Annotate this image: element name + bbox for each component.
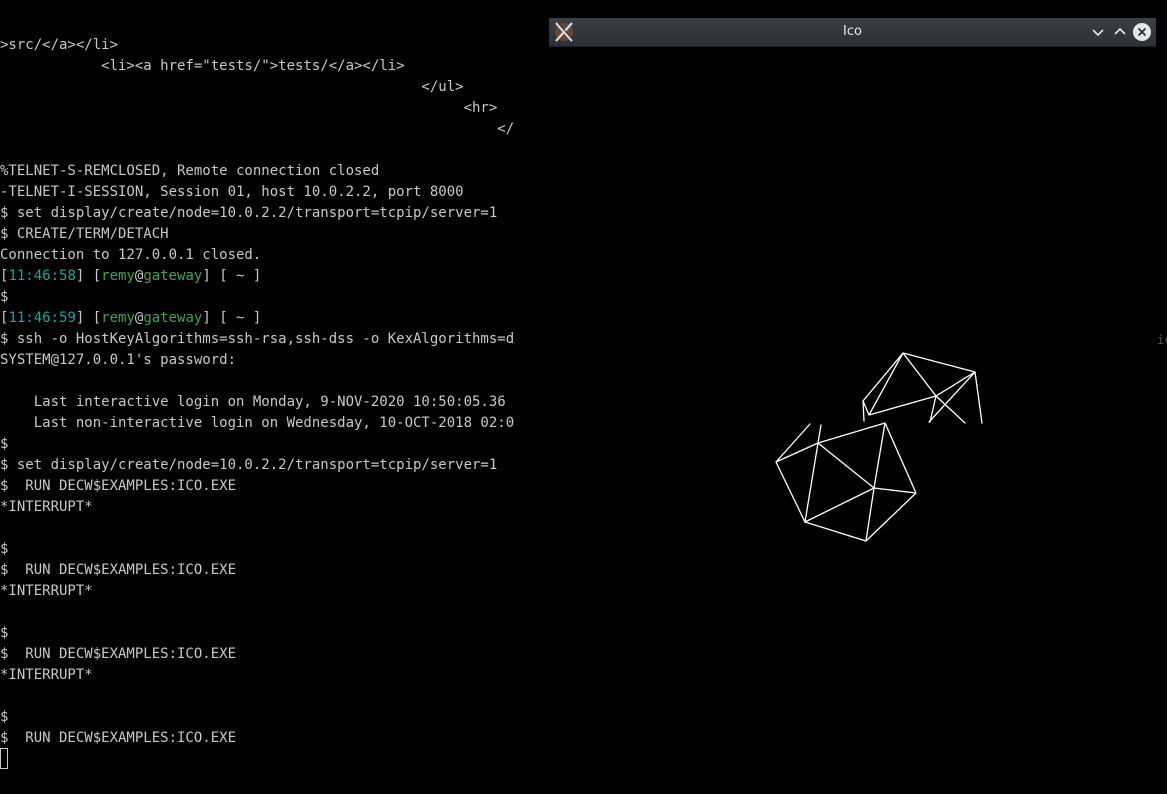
ico-window[interactable]: Ico bbox=[549, 18, 1156, 790]
terminal-line: $ set display/create/node=10.0.2.2/trans… bbox=[0, 205, 498, 221]
prompt-time: 11:46:59 bbox=[8, 310, 76, 326]
window-titlebar[interactable]: Ico bbox=[549, 18, 1156, 47]
shell-prompt: [11:46:58] [remy@gateway] [ ~ ] bbox=[0, 266, 261, 287]
prompt-host: gateway bbox=[143, 310, 203, 326]
terminal-line: *INTERRUPT* bbox=[0, 667, 93, 683]
terminal-line: Last non-interactive login on Wednesday,… bbox=[0, 415, 515, 431]
icosahedron-wireframe-icon bbox=[775, 352, 983, 542]
terminal-line: </ bbox=[0, 121, 515, 137]
terminal-line: $ ssh -o HostKeyAlgorithms=ssh-rsa,ssh-d… bbox=[0, 331, 515, 347]
terminal-line: $ bbox=[0, 625, 9, 641]
prompt-dir: ] [ ~ ] bbox=[202, 310, 262, 326]
terminal-line: %TELNET-S-REMCLOSED, Remote connection c… bbox=[0, 163, 380, 179]
terminal-line: $ set display/create/node=10.0.2.2/trans… bbox=[0, 457, 498, 473]
terminal-line: $ RUN DECW$EXAMPLES:ICO.EXE bbox=[0, 562, 237, 578]
terminal-line: $ bbox=[0, 289, 9, 305]
prompt-user: remy bbox=[101, 268, 135, 284]
terminal-line: Connection to 127.0.0.1 closed. bbox=[0, 247, 262, 263]
terminal-line: </ul> bbox=[0, 79, 464, 95]
terminal-line: $ RUN DECW$EXAMPLES:ICO.EXE bbox=[0, 730, 237, 746]
terminal-cursor bbox=[0, 748, 8, 769]
terminal-line: >src/</a></li> bbox=[0, 37, 119, 53]
ico-canvas[interactable] bbox=[549, 47, 1156, 790]
terminal-line: *INTERRUPT* bbox=[0, 499, 93, 515]
terminal-line: $ CREATE/TERM/DETACH bbox=[0, 226, 169, 242]
shell-prompt: [11:46:59] [remy@gateway] [ ~ ] bbox=[0, 308, 261, 329]
terminal-line: *INTERRUPT* bbox=[0, 583, 93, 599]
terminal-line: <li><a href="tests/">tests/</a></li> bbox=[0, 58, 405, 74]
prompt-dir: ] [ ~ ] bbox=[202, 268, 262, 284]
terminal-line: SYSTEM@127.0.0.1's password: bbox=[0, 352, 237, 368]
terminal-line: <hr> bbox=[0, 100, 498, 116]
prompt-separator: ] [ bbox=[75, 268, 102, 284]
terminal-line: $ RUN DECW$EXAMPLES:ICO.EXE bbox=[0, 478, 237, 494]
prompt-host: gateway bbox=[143, 268, 203, 284]
close-icon[interactable] bbox=[1132, 22, 1152, 42]
terminal-line: Last interactive login on Monday, 9-NOV-… bbox=[0, 394, 506, 410]
minimize-chevron-down-icon[interactable] bbox=[1088, 22, 1108, 42]
window-title: Ico bbox=[843, 24, 862, 39]
terminal-line: $ bbox=[0, 436, 9, 452]
terminal-line: $ bbox=[0, 541, 9, 557]
maximize-chevron-up-icon[interactable] bbox=[1110, 22, 1130, 42]
terminal-line: $ bbox=[0, 709, 9, 725]
terminal-line: $ RUN DECW$EXAMPLES:ICO.EXE bbox=[0, 646, 237, 662]
prompt-time: 11:46:58 bbox=[8, 268, 76, 284]
prompt-separator: ] [ bbox=[75, 310, 102, 326]
terminal-line: -TELNET-I-SESSION, Session 01, host 10.0… bbox=[0, 184, 464, 200]
prompt-user: remy bbox=[101, 310, 135, 326]
offscreen-text-fragment: ic bbox=[1157, 333, 1167, 347]
